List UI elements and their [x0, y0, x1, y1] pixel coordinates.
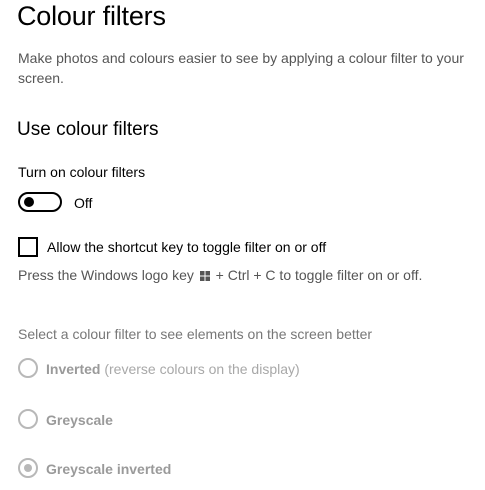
- shortcut-key-checkbox-label[interactable]: Allow the shortcut key to toggle filter …: [47, 239, 326, 255]
- radio-inverted-label[interactable]: Inverted (reverse colours on the display…: [46, 361, 300, 377]
- windows-logo-icon: [199, 271, 210, 281]
- section-title: Use colour filters: [17, 119, 159, 140]
- page-description: Make photos and colours easier to see by…: [18, 50, 464, 86]
- radio-inverted-note: (reverse colours on the display): [104, 361, 300, 377]
- colour-filters-toggle[interactable]: [18, 192, 62, 212]
- radio-inverted[interactable]: [18, 358, 38, 378]
- shortcut-key-checkbox[interactable]: [18, 237, 38, 257]
- shortcut-hint: Press the Windows logo key + Ctrl + C to…: [18, 267, 422, 283]
- page-title: Colour filters: [17, 1, 166, 31]
- radio-greyscale-label[interactable]: Greyscale: [46, 412, 113, 428]
- toggle-knob: [24, 197, 34, 207]
- radio-greyscale[interactable]: [18, 409, 38, 429]
- toggle-label: Turn on colour filters: [18, 164, 146, 180]
- toggle-state-text: Off: [74, 195, 93, 211]
- shortcut-hint-prefix: Press the Windows logo key: [18, 267, 194, 283]
- radio-selected-dot: [24, 464, 32, 472]
- radio-inverted-name: Inverted: [46, 361, 101, 377]
- shortcut-hint-suffix: + Ctrl + C to toggle filter on or off.: [215, 267, 423, 283]
- radio-greyscale-inverted[interactable]: [18, 458, 38, 478]
- filter-select-label: Select a colour filter to see elements o…: [18, 326, 373, 342]
- radio-greyscale-inverted-label[interactable]: Greyscale inverted: [46, 461, 171, 477]
